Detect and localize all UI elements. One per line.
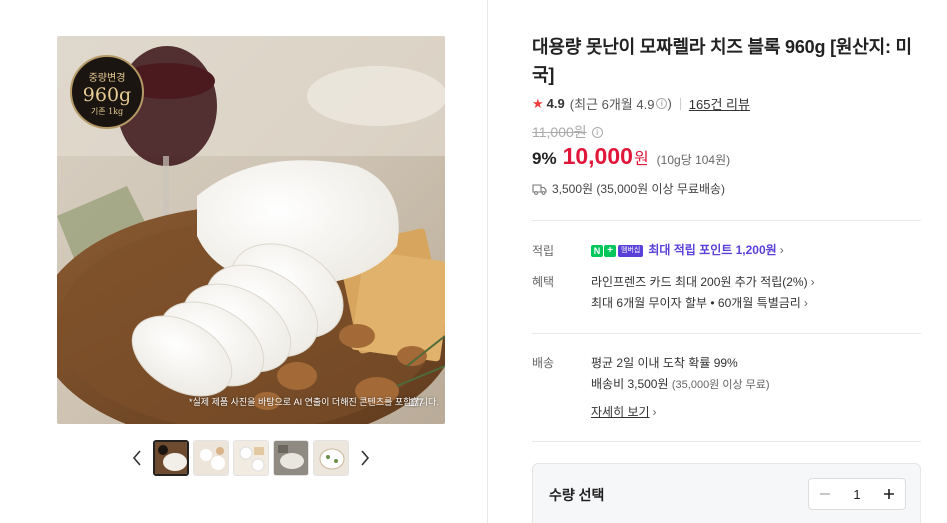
card-benefit-text: 라인프렌즈 카드 최대 200원 추가 적립(2%) bbox=[591, 275, 808, 289]
delivery-eta: 평균 2일 이내 도착 확률 99% bbox=[591, 356, 738, 370]
thumbnail-4[interactable] bbox=[273, 440, 309, 476]
recent-rating: (최근 6개월 4.9 bbox=[569, 97, 655, 112]
product-gallery: 중량변경 960g 기존 1kg *실제 제품 사진을 바탕으로 AI 연출이 … bbox=[0, 0, 488, 523]
divider-line bbox=[679, 97, 681, 110]
increase-quantity-button[interactable] bbox=[873, 479, 905, 509]
rating-row: ★ 4.9 (최근 6개월 4.9 i) 165건 리뷰 bbox=[532, 94, 750, 113]
star-icon: ★ bbox=[532, 95, 544, 111]
truck-icon bbox=[532, 183, 547, 195]
quantity-label: 수량 선택 bbox=[549, 487, 605, 503]
naver-membership-logo: N + 멤버십 bbox=[591, 244, 644, 257]
thumbnail-3[interactable] bbox=[233, 440, 269, 476]
section-divider bbox=[532, 441, 921, 442]
original-price: 11,000원 bbox=[532, 124, 587, 140]
discount-rate: 9% bbox=[532, 149, 557, 168]
price-row: 9% 10,000 원 (10g당 104원) bbox=[532, 143, 730, 170]
currency-unit: 원 bbox=[633, 151, 649, 168]
thumbnail-strip bbox=[131, 440, 371, 476]
next-thumb-button[interactable] bbox=[359, 448, 371, 468]
installment-text: 최대 6개월 무이자 할부 • 60개월 특별금리 bbox=[591, 296, 801, 310]
ai-disclaimer: *실제 제품 사진을 바탕으로 AI 연출이 더해진 콘텐츠를 포함합니다. bbox=[189, 397, 439, 407]
decrease-quantity-button[interactable] bbox=[809, 479, 841, 509]
info-icon[interactable]: i bbox=[591, 126, 603, 138]
delivery-label: 배송 bbox=[532, 356, 555, 370]
shipping-row: 3,500원 (35,000원 이상 무료배송) bbox=[532, 180, 725, 197]
quantity-value[interactable]: 1 bbox=[841, 487, 873, 502]
original-price-row: 11,000원 i bbox=[532, 122, 603, 142]
membership-badge: 멤버십 bbox=[618, 244, 644, 257]
recent-rating-close: ) bbox=[667, 96, 672, 111]
installment-link[interactable]: 최대 6개월 무이자 할부 • 60개월 특별금리 › bbox=[591, 294, 808, 311]
badge-line3: 기존 1kg bbox=[90, 107, 124, 116]
chevron-right-icon: › bbox=[779, 243, 784, 257]
quantity-stepper: 1 bbox=[808, 478, 906, 510]
naver-n-icon: N bbox=[591, 244, 603, 257]
quantity-selector-box: 수량 선택 1 bbox=[532, 463, 921, 523]
max-points-text: 최대 적립 포인트 1,200원 bbox=[648, 243, 777, 257]
benefit-label: 혜택 bbox=[532, 275, 555, 289]
chevron-right-icon: › bbox=[803, 296, 808, 310]
plus-icon bbox=[884, 489, 894, 499]
image-counter: 1/7 bbox=[408, 397, 424, 409]
badge-line1: 중량변경 bbox=[88, 73, 126, 84]
card-benefit-link[interactable]: 라인프렌즈 카드 최대 200원 추가 적립(2%) › bbox=[591, 273, 815, 290]
points-row[interactable]: N + 멤버십 최대 적립 포인트 1,200원 › bbox=[591, 241, 784, 258]
delivery-detail-row: 자세히 보기 › bbox=[591, 403, 657, 420]
shipping-fee: 3,500원 (35,000원 이상 무료배송) bbox=[552, 182, 726, 196]
delivery-fee-row: 배송비 3,500원 (35,000원 이상 무료) bbox=[591, 375, 770, 392]
info-icon[interactable]: i bbox=[656, 98, 668, 109]
section-divider bbox=[532, 333, 921, 334]
unit-price: (10g당 104원) bbox=[656, 153, 731, 167]
plus-icon: + bbox=[604, 244, 616, 257]
badge-weight: 960g bbox=[82, 84, 132, 106]
chevron-right-icon: › bbox=[810, 275, 815, 289]
minus-icon bbox=[820, 493, 830, 495]
see-details-link[interactable]: 자세히 보기 bbox=[591, 405, 650, 419]
thumbnail-2[interactable] bbox=[193, 440, 229, 476]
weight-change-badge: 중량변경 960g 기존 1kg bbox=[70, 55, 144, 129]
thumbnail-1[interactable] bbox=[153, 440, 189, 476]
prev-thumb-button[interactable] bbox=[131, 448, 143, 468]
points-label: 적립 bbox=[532, 244, 555, 258]
delivery-fee: 배송비 3,500원 bbox=[591, 377, 669, 391]
chevron-left-icon bbox=[132, 450, 141, 466]
review-count-link[interactable]: 165건 리뷰 bbox=[689, 94, 750, 113]
product-title: 대용량 못난이 모짜렐라 치즈 블록 960g [원산지: 미국] bbox=[532, 37, 912, 85]
main-product-image[interactable]: 중량변경 960g 기존 1kg *실제 제품 사진을 바탕으로 AI 연출이 … bbox=[57, 36, 445, 424]
delivery-free-condition: (35,000원 이상 무료) bbox=[671, 379, 770, 391]
rating-score: 4.9 bbox=[546, 96, 565, 111]
chevron-right-icon bbox=[361, 450, 370, 466]
thumbnail-5[interactable] bbox=[313, 440, 349, 476]
section-divider bbox=[532, 220, 921, 221]
sale-price: 10,000 bbox=[562, 143, 633, 169]
chevron-right-icon: › bbox=[652, 405, 657, 419]
